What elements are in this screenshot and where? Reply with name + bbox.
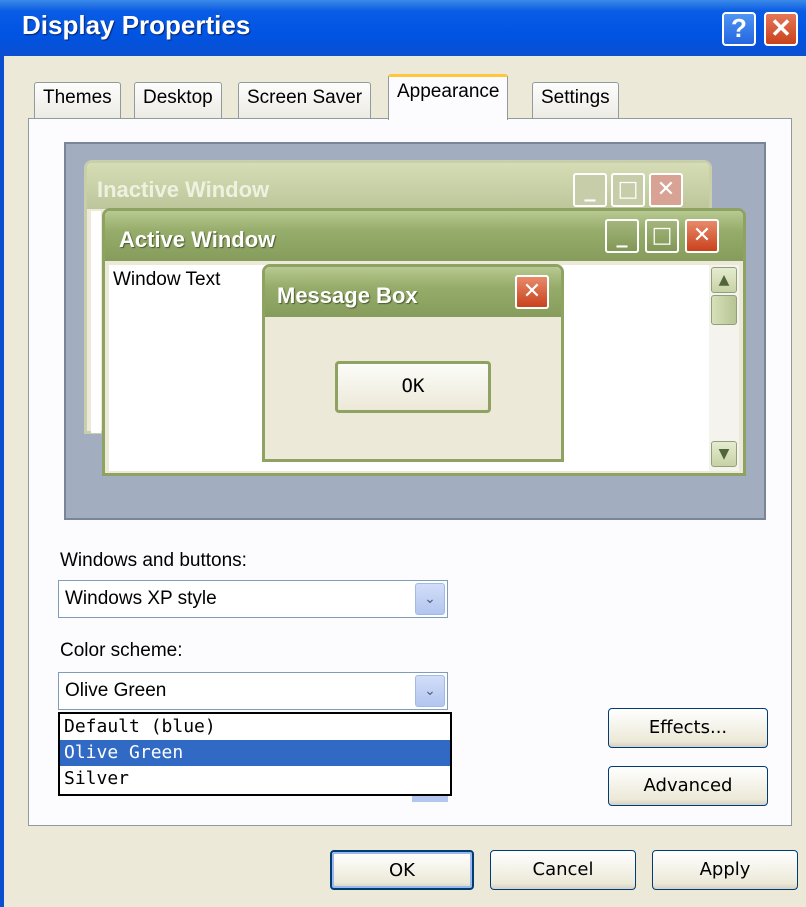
message-box-ok-button: OK <box>335 361 491 413</box>
message-box-title: Message Box <box>277 283 418 308</box>
preview-scrollbar: ▲ ▼ <box>709 265 739 471</box>
windows-buttons-select[interactable]: Windows XP style ⌄ <box>58 580 448 618</box>
active-window-title: Active Window <box>119 227 276 252</box>
ok-button[interactable]: OK <box>330 850 474 890</box>
chevron-down-icon[interactable]: ⌄ <box>415 583 445 615</box>
title-bar: Display Properties ? ✕ <box>0 0 806 56</box>
window-border <box>0 56 4 907</box>
tab-desktop[interactable]: Desktop <box>134 82 222 118</box>
maximize-icon: □ <box>645 219 679 253</box>
chevron-down-icon[interactable]: ⌄ <box>415 675 445 707</box>
tab-themes[interactable]: Themes <box>34 82 121 118</box>
minimize-icon: _ <box>573 173 607 207</box>
color-scheme-dropdown-list: Default (blue) Olive Green Silver <box>58 712 452 796</box>
close-icon: ✕ <box>515 275 549 309</box>
color-scheme-label: Color scheme: <box>60 640 183 661</box>
advanced-button[interactable]: Advanced <box>608 766 768 806</box>
close-icon: ✕ <box>649 173 683 207</box>
message-box-preview: Message Box ✕ OK <box>262 264 564 462</box>
color-scheme-option-silver[interactable]: Silver <box>60 766 450 792</box>
cancel-button[interactable]: Cancel <box>490 850 636 890</box>
tab-settings[interactable]: Settings <box>532 82 619 118</box>
color-scheme-option-default-blue[interactable]: Default (blue) <box>60 714 450 740</box>
window-title: Display Properties <box>22 10 251 40</box>
scroll-thumb <box>711 295 737 325</box>
tab-appearance[interactable]: Appearance <box>388 74 509 120</box>
effects-button[interactable]: Effects... <box>608 708 768 748</box>
close-icon: ✕ <box>685 219 719 253</box>
windows-buttons-value: Windows XP style <box>65 588 217 609</box>
maximize-icon: □ <box>611 173 645 207</box>
apply-button[interactable]: Apply <box>652 850 798 890</box>
inactive-window-body <box>91 211 101 433</box>
help-button[interactable]: ? <box>722 12 756 46</box>
color-scheme-select[interactable]: Olive Green ⌄ <box>58 672 448 710</box>
color-scheme-option-olive-green[interactable]: Olive Green <box>60 740 450 766</box>
color-scheme-value: Olive Green <box>65 680 167 701</box>
scroll-down-icon: ▼ <box>711 441 737 467</box>
tab-screen-saver[interactable]: Screen Saver <box>238 82 372 118</box>
window-text: Window Text <box>113 269 221 290</box>
minimize-icon: _ <box>605 219 639 253</box>
close-button[interactable]: ✕ <box>764 12 798 46</box>
windows-buttons-label: Windows and buttons: <box>60 550 247 571</box>
scroll-up-icon: ▲ <box>711 267 737 293</box>
